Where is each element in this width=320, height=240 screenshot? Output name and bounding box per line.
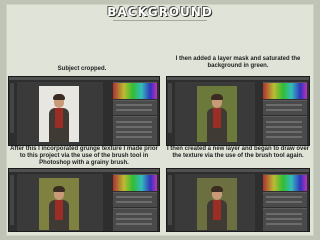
subject-scarf [55,108,63,128]
adjustments-panel [113,100,157,115]
menu-bar [167,77,309,80]
photoshop-panels [263,82,307,145]
color-panel [263,82,307,99]
canvas-area [175,82,255,145]
layers-panel [263,208,307,231]
screenshot-grunge-texture [8,168,160,232]
caption-new-layer: I then created a new layer and began to … [166,146,310,160]
tools-panel [10,175,14,225]
canvas-area [175,174,255,231]
slide-title: Background [107,5,213,19]
color-panel [113,82,157,99]
adjustments-panel [263,100,307,115]
photoshop-panels [113,82,157,145]
menu-bar [167,169,309,172]
canvas-area [17,174,103,231]
adjustments-panel [263,192,307,207]
tools-panel [168,175,172,225]
layers-panel [113,208,157,231]
tools-panel [168,83,172,133]
canvas [39,178,79,230]
subject-scarf [213,108,221,128]
slide: Background Subject cropped. I then added… [0,0,320,240]
photoshop-panels [113,174,157,231]
menu-bar [9,169,159,172]
screenshot-green-background [166,76,310,146]
caption-layer-mask: I then added a layer mask and saturated … [175,56,301,70]
layers-panel [263,116,307,145]
subject-hair [53,94,65,100]
caption-grunge-texture: After this I incorporated grunge texture… [10,146,158,167]
subject-hair [53,186,65,192]
tools-panel [10,83,14,133]
photoshop-panels [263,174,307,231]
adjustments-panel [113,192,157,207]
subject-scarf [55,200,63,220]
caption-subject-cropped: Subject cropped. [57,66,107,72]
color-panel [113,174,157,191]
screenshot-drawn-texture [166,168,310,232]
menu-bar [9,77,159,80]
subject-hair [211,94,223,100]
layers-panel [113,116,157,145]
title-underline [113,20,207,21]
canvas [39,86,79,142]
screenshot-subject-cropped [8,76,160,146]
canvas-area [17,82,103,145]
color-panel [263,174,307,191]
canvas [197,178,237,230]
canvas [197,86,237,142]
subject-hair [211,186,223,192]
subject-scarf [213,200,221,220]
